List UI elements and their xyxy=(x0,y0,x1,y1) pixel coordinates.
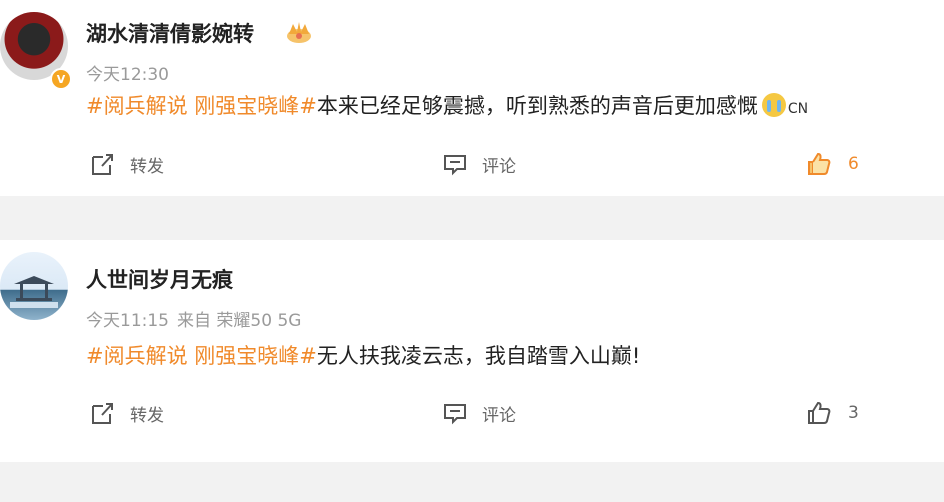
comment-button[interactable]: 评论 xyxy=(442,396,516,430)
comment-text: #阅兵解说 刚强宝晓峰#无人扶我凌云志，我自踏雪入山巅! xyxy=(86,340,640,370)
post-time: 今天11:15 xyxy=(86,311,169,331)
pavilion-image xyxy=(10,276,58,308)
hashtag-link[interactable]: #阅兵解说 刚强宝晓峰# xyxy=(86,344,317,368)
thumbs-up-icon xyxy=(808,152,831,175)
crying-emoji-icon xyxy=(761,93,786,117)
post-source: 来自 荣耀50 5G xyxy=(177,311,302,331)
repost-label: 转发 xyxy=(130,156,164,177)
username[interactable]: 湖水清清倩影婉转 xyxy=(86,18,254,48)
like-count: 6 xyxy=(848,154,859,174)
like-button[interactable]: 3 xyxy=(806,396,859,430)
comment-label: 评论 xyxy=(482,405,516,426)
comment-icon xyxy=(444,155,466,176)
repost-label: 转发 xyxy=(130,405,164,426)
comment-body: 本来已经足够震撼，听到熟悉的声音后更加感慨 xyxy=(316,94,758,118)
username[interactable]: 人世间岁月无痕 xyxy=(86,264,233,294)
repost-button[interactable]: 转发 xyxy=(90,147,164,181)
emoji-suffix: CN xyxy=(787,101,809,117)
action-bar: 转发 评论 6 xyxy=(0,147,944,181)
repost-button[interactable]: 转发 xyxy=(90,396,164,430)
hashtag-link[interactable]: #阅兵解说 刚强宝晓峰# xyxy=(86,94,317,118)
comment-text: #阅兵解说 刚强宝晓峰#本来已经足够震撼，听到熟悉的声音后更加感慨 CN xyxy=(86,90,808,120)
weibo-comment-feed: V 湖水清清倩影婉转 今天12:30 #阅兵解说 刚强宝晓峰#本来已经足够震撼，… xyxy=(0,0,944,502)
comment-body: 无人扶我凌云志，我自踏雪入山巅! xyxy=(316,344,641,368)
card-divider xyxy=(0,462,944,502)
comment-icon xyxy=(444,404,466,425)
post-time: 今天12:30 xyxy=(86,65,169,85)
comment-button[interactable]: 评论 xyxy=(442,147,516,181)
repost-icon xyxy=(92,154,113,175)
comment-card: 人世间岁月无痕 今天11:15 来自 荣耀50 5G #阅兵解说 刚强宝晓峰#无人… xyxy=(0,240,944,462)
card-divider xyxy=(0,196,944,240)
avatar[interactable] xyxy=(0,252,68,320)
thumbs-up-icon xyxy=(808,401,831,424)
repost-icon xyxy=(92,403,113,424)
post-meta: 今天12:30 xyxy=(86,60,177,85)
action-bar: 转发 评论 3 xyxy=(0,396,944,430)
post-meta: 今天11:15 来自 荣耀50 5G xyxy=(86,306,309,331)
verified-icon: V xyxy=(50,68,72,90)
like-button[interactable]: 6 xyxy=(806,147,859,181)
comment-card: V 湖水清清倩影婉转 今天12:30 #阅兵解说 刚强宝晓峰#本来已经足够震撼，… xyxy=(0,0,944,196)
comment-label: 评论 xyxy=(482,156,516,177)
like-count: 3 xyxy=(848,403,859,423)
crown-icon xyxy=(287,22,311,43)
